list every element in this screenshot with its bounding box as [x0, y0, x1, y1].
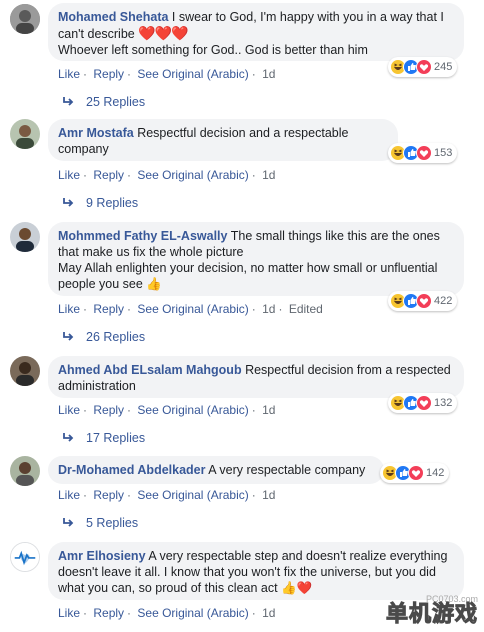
- comment-author[interactable]: Amr Elhosieny: [58, 549, 146, 563]
- comment-author[interactable]: Mohamed Shehata: [58, 10, 168, 24]
- love-reaction-icon: [416, 293, 432, 309]
- reaction-summary[interactable]: 132: [388, 393, 458, 413]
- like-link[interactable]: Like: [58, 168, 80, 182]
- see-original-link[interactable]: See Original (Arabic): [137, 403, 248, 417]
- replies-count[interactable]: 9 Replies: [86, 196, 138, 210]
- like-link[interactable]: Like: [58, 403, 80, 417]
- comment-actions: Like · Reply · See Original (Arabic) · 1d: [58, 488, 276, 502]
- replies-count[interactable]: 25 Replies: [86, 95, 145, 109]
- timestamp[interactable]: 1d: [262, 67, 275, 81]
- comment-actions: Like · Reply · See Original (Arabic) · 1d: [58, 606, 276, 620]
- love-reaction-icon: [408, 465, 424, 481]
- reaction-summary[interactable]: 142: [380, 463, 450, 483]
- replies-count[interactable]: 5 Replies: [86, 516, 138, 530]
- avatar[interactable]: [10, 542, 40, 572]
- avatar[interactable]: [10, 222, 40, 252]
- reply-arrow-icon: [63, 332, 74, 341]
- love-reaction-icon: [416, 145, 432, 161]
- reaction-count: 153: [434, 147, 453, 159]
- comment-text-line2: Whoever left something for God.. God is …: [58, 43, 368, 57]
- reaction-count: 422: [434, 295, 453, 307]
- see-original-link[interactable]: See Original (Arabic): [137, 488, 248, 502]
- reply-arrow-icon: [63, 97, 74, 106]
- reply-link[interactable]: Reply: [93, 403, 124, 417]
- comment-text-line2: May Allah enlighten your decision, no ma…: [58, 261, 438, 291]
- watermark-text: 单机游戏: [385, 601, 478, 627]
- comment-actions: Like · Reply · See Original (Arabic) · 1d: [58, 168, 276, 182]
- comment-author[interactable]: Dr-Mohamed Abdelkader: [58, 463, 205, 477]
- reaction-summary[interactable]: 245: [388, 57, 458, 77]
- see-original-link[interactable]: See Original (Arabic): [137, 606, 248, 620]
- comment-bubble: Mohamed Shehata I swear to God, I'm happ…: [48, 3, 464, 61]
- comment-bubble: Dr-Mohamed Abdelkader A very respectable…: [48, 456, 384, 484]
- avatar[interactable]: [10, 356, 40, 386]
- reaction-count: 142: [426, 467, 445, 479]
- reply-link[interactable]: Reply: [93, 302, 124, 316]
- timestamp[interactable]: 1d: [262, 302, 275, 316]
- reply-arrow-icon: [63, 433, 74, 442]
- like-link[interactable]: Like: [58, 302, 80, 316]
- love-reaction-icon: [416, 59, 432, 75]
- comment-text: A very respectable company: [208, 463, 366, 477]
- timestamp[interactable]: 1d: [262, 403, 275, 417]
- like-link[interactable]: Like: [58, 488, 80, 502]
- see-original-link[interactable]: See Original (Arabic): [137, 168, 248, 182]
- see-original-link[interactable]: See Original (Arabic): [137, 67, 248, 81]
- reply-arrow-icon: [63, 518, 74, 527]
- like-link[interactable]: Like: [58, 67, 80, 81]
- comment-author[interactable]: Ahmed Abd ELsalam Mahgoub: [58, 363, 242, 377]
- view-replies-link[interactable]: 17 Replies: [62, 431, 145, 445]
- view-replies-link[interactable]: 26 Replies: [62, 330, 145, 344]
- avatar[interactable]: [10, 119, 40, 149]
- reaction-count: 245: [434, 61, 453, 73]
- love-reaction-icon: [416, 395, 432, 411]
- replies-count[interactable]: 17 Replies: [86, 431, 145, 445]
- reaction-summary[interactable]: 153: [388, 143, 458, 163]
- reply-link[interactable]: Reply: [93, 488, 124, 502]
- avatar[interactable]: [10, 4, 40, 34]
- see-original-link[interactable]: See Original (Arabic): [137, 302, 248, 316]
- reply-arrow-icon: [63, 198, 74, 207]
- view-replies-link[interactable]: 5 Replies: [62, 516, 138, 530]
- comment-actions: Like · Reply · See Original (Arabic) · 1d: [58, 67, 276, 81]
- reply-link[interactable]: Reply: [93, 168, 124, 182]
- reaction-count: 132: [434, 397, 453, 409]
- reply-link[interactable]: Reply: [93, 67, 124, 81]
- comment-bubble: Amr Mostafa Respectful decision and a re…: [48, 119, 398, 161]
- timestamp[interactable]: 1d: [262, 488, 275, 502]
- view-replies-link[interactable]: 25 Replies: [62, 95, 145, 109]
- heart-emoji: ❤️❤️❤️: [138, 25, 188, 41]
- thumbs-up-emoji: 👍: [146, 277, 162, 291]
- avatar[interactable]: [10, 456, 40, 486]
- timestamp[interactable]: 1d: [262, 606, 275, 620]
- reaction-summary[interactable]: 422: [388, 291, 458, 311]
- comment-author[interactable]: Mohmmed Fathy EL-Aswally: [58, 229, 227, 243]
- comment-bubble: Mohmmed Fathy EL-Aswally The small thing…: [48, 222, 464, 296]
- reply-link[interactable]: Reply: [93, 606, 124, 620]
- edited-label[interactable]: Edited: [289, 302, 323, 316]
- thumbs-heart-emoji: 👍❤️: [281, 581, 313, 595]
- comment-bubble: Ahmed Abd ELsalam Mahgoub Respectful dec…: [48, 356, 464, 398]
- comment-author[interactable]: Amr Mostafa: [58, 126, 134, 140]
- replies-count[interactable]: 26 Replies: [86, 330, 145, 344]
- timestamp[interactable]: 1d: [262, 168, 275, 182]
- like-link[interactable]: Like: [58, 606, 80, 620]
- comment-bubble: Amr Elhosieny A very respectable step an…: [48, 542, 464, 600]
- comment-actions: Like · Reply · See Original (Arabic) · 1d: [58, 403, 276, 417]
- view-replies-link[interactable]: 9 Replies: [62, 196, 138, 210]
- comment-actions: Like · Reply · See Original (Arabic) · 1d · …: [58, 302, 323, 316]
